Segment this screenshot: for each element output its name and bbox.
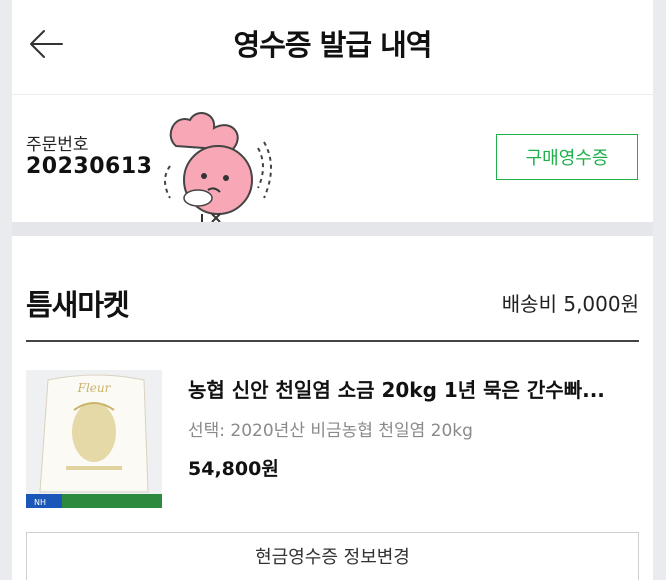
page-title: 영수증 발급 내역 [233, 28, 433, 62]
product-thumbnail[interactable]: Fleur NH [26, 370, 162, 508]
product-option: 선택: 2020년산 비금농협 천일염 20kg [188, 421, 473, 441]
order-number-label: 주문번호 [26, 135, 89, 155]
shop-name: 틈새마켓 [26, 288, 130, 322]
order-number: 20230613 [26, 154, 153, 179]
svg-text:NH: NH [34, 498, 46, 507]
order-section: 주문번호 20230613 구매영수증 [12, 96, 653, 226]
cash-receipt-info-button[interactable]: 현금영수증 정보변경 [26, 532, 639, 580]
purchase-receipt-button[interactable]: 구매영수증 [496, 134, 638, 180]
header: 영수증 발급 내역 [12, 0, 653, 95]
shop-section: 틈새마켓 배송비 5,000원 Fleur NH 농협 신안 천일염 소금 20… [12, 236, 653, 580]
product-price: 54,800원 [188, 458, 279, 480]
section-separator [12, 222, 653, 236]
divider [26, 340, 639, 342]
bunny-sticker-image [164, 112, 272, 226]
product-name[interactable]: 농협 신안 천일염 소금 20kg 1년 묵은 간수빠... [188, 374, 640, 403]
shipping-fee: 배송비 5,000원 [501, 292, 639, 316]
svg-text:Fleur: Fleur [77, 381, 112, 395]
app-frame: 영수증 발급 내역 주문번호 20230613 구매영수증 틈새마켓 배송비 5… [12, 0, 653, 580]
salt-bag-image: Fleur NH [26, 370, 162, 508]
